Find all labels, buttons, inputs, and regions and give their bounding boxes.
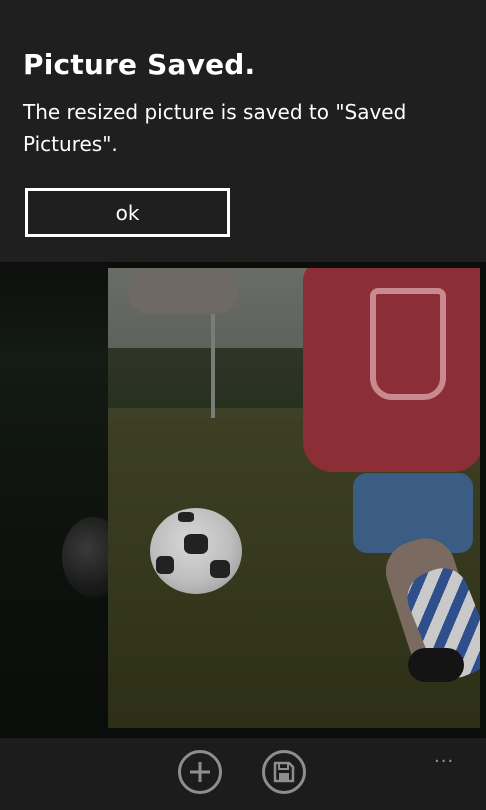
app-bar: ... bbox=[0, 738, 486, 810]
ball-patch bbox=[210, 560, 230, 578]
save-button[interactable] bbox=[262, 750, 306, 794]
photo-pole bbox=[211, 308, 215, 418]
ball-patch bbox=[156, 556, 174, 574]
dialog-message: The resized picture is saved to "Saved P… bbox=[23, 100, 407, 156]
ok-button[interactable]: ok bbox=[25, 188, 230, 237]
photo-image bbox=[108, 268, 480, 728]
previous-photo-strip bbox=[0, 262, 124, 738]
add-button[interactable] bbox=[178, 750, 222, 794]
photo-preview-area bbox=[0, 262, 486, 738]
picture-saved-dialog: Picture Saved. The resized picture is sa… bbox=[0, 0, 486, 262]
ball-patch bbox=[184, 534, 208, 554]
ball-patch bbox=[178, 512, 194, 522]
add-icon bbox=[190, 762, 210, 782]
photo-arm bbox=[128, 268, 238, 314]
dialog-title: Picture Saved. bbox=[23, 48, 256, 81]
save-icon bbox=[273, 761, 295, 783]
more-options-button[interactable]: ... bbox=[434, 746, 454, 767]
photo-soccer-ball bbox=[150, 508, 242, 594]
photo-shoe bbox=[408, 648, 464, 682]
photo-jersey-number bbox=[370, 288, 446, 400]
